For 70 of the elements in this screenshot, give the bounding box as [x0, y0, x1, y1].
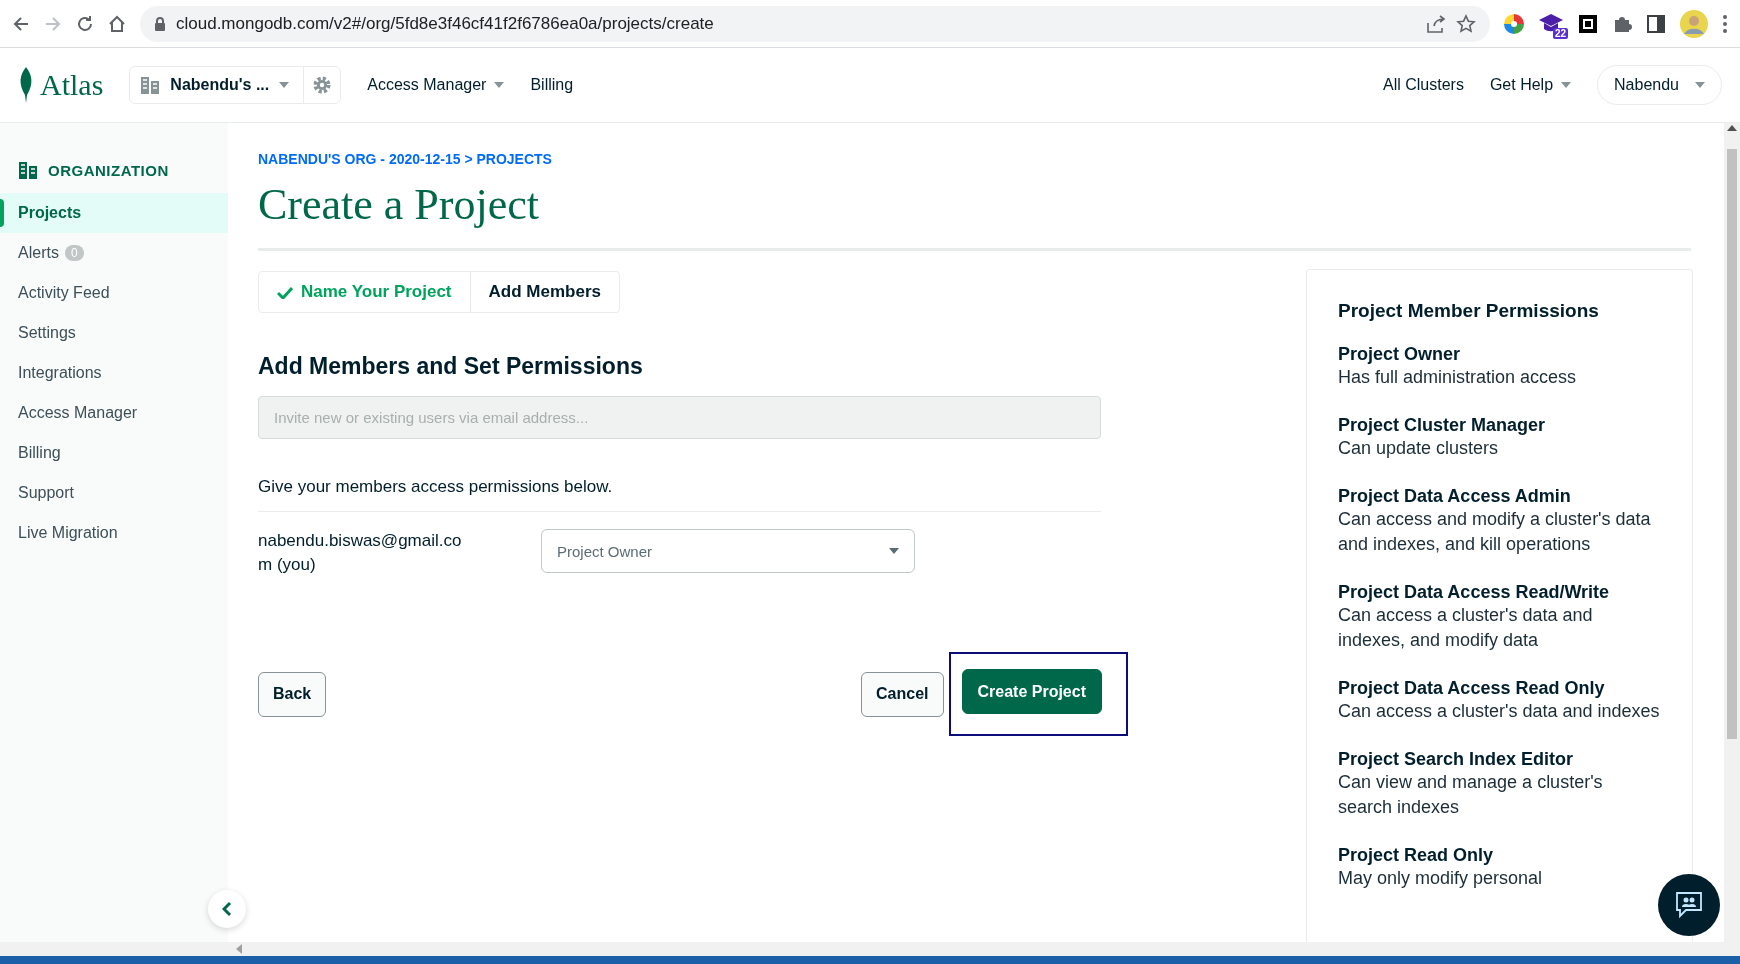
- sidebar-item[interactable]: Projects: [0, 193, 228, 233]
- nav-link[interactable]: Billing: [530, 76, 574, 94]
- address-bar[interactable]: cloud.mongodb.com/v2#/org/5fd8e3f46cf41f2f6786ea0a/projects/create: [140, 5, 1490, 42]
- role-dropdown[interactable]: Project Owner: [541, 529, 915, 573]
- sidebar-item[interactable]: Activity Feed: [0, 273, 228, 313]
- color-wheel-icon[interactable]: [1504, 13, 1524, 34]
- caret-icon: [494, 82, 505, 88]
- sidebar-item[interactable]: Billing: [0, 433, 228, 473]
- sidebar-item[interactable]: Settings: [0, 313, 228, 353]
- role-description: Can view and manage a cluster's search indexes: [1338, 771, 1604, 819]
- hint-text: Give your members access permissions below.: [258, 477, 613, 497]
- collapse-button[interactable]: [208, 890, 246, 928]
- form-button[interactable]: Back: [258, 671, 327, 717]
- share-icon[interactable]: [1426, 14, 1446, 33]
- nav-menu[interactable]: Get Help: [1489, 76, 1572, 94]
- sidebar-item[interactable]: Access Manager: [0, 393, 228, 433]
- role-description: May only modify personal: [1338, 867, 1544, 890]
- role-description: Can access a cluster's data and indexes, and modify data: [1338, 604, 1594, 652]
- sidebar-item[interactable]: Live Migration: [0, 513, 228, 553]
- sidebar-item[interactable]: Integrations: [0, 353, 228, 393]
- caret-icon: [1561, 82, 1572, 88]
- settings-icon[interactable]: [312, 75, 333, 95]
- side-panel-icon[interactable]: [1646, 13, 1666, 34]
- building-icon: [18, 161, 38, 179]
- role-name: Project Read Only: [1338, 845, 1495, 866]
- extension-badge: 22: [1552, 27, 1568, 39]
- home-icon[interactable]: [108, 14, 126, 33]
- square-icon[interactable]: [1578, 13, 1598, 34]
- nav-link[interactable]: All Clusters: [1383, 76, 1464, 94]
- logo-text: Atlas: [40, 68, 104, 102]
- star-icon[interactable]: [1456, 13, 1476, 34]
- nav-menu[interactable]: Access Manager: [367, 76, 505, 94]
- avatar-icon[interactable]: [1680, 9, 1708, 38]
- form-button[interactable]: Cancel: [861, 671, 944, 717]
- invite-email-field[interactable]: Invite new or existing users via email address...: [258, 396, 1101, 439]
- role-name: Project Data Access Read Only: [1338, 678, 1606, 699]
- building-icon: [140, 76, 161, 94]
- section-heading: ORGANIZATION: [48, 161, 169, 179]
- checkmark-icon: [277, 285, 293, 299]
- scrollbar-thumb[interactable]: [1727, 149, 1737, 739]
- role-name: Project Cluster Manager: [1338, 415, 1547, 436]
- role-name: Project Data Access Admin: [1338, 486, 1572, 507]
- sidebar-item[interactable]: Support: [0, 473, 228, 513]
- role-name: Project Data Access Read/Write: [1338, 582, 1611, 603]
- role-name: Project Owner: [1338, 344, 1462, 365]
- lock-icon: [154, 16, 166, 31]
- count-badge: 0: [64, 245, 84, 261]
- role-description: Can access and modify a cluster's data and indexes, and kill operations: [1338, 508, 1652, 556]
- panel-heading: Project Member Permissions: [1338, 300, 1600, 322]
- role-description: Can access a cluster's data and indexes: [1338, 700, 1661, 723]
- menu-icon[interactable]: [1722, 13, 1728, 34]
- role-description: Has full administration access: [1338, 366, 1578, 389]
- chevron-left-icon: [222, 901, 232, 917]
- create-project-button[interactable]: Create Project: [961, 669, 1102, 714]
- chat-bubble-icon: [1674, 891, 1704, 919]
- wizard-step[interactable]: Add Members: [470, 272, 619, 312]
- member-email: nabendu.biswas@gmail.com (you): [258, 530, 463, 576]
- sidebar-item[interactable]: Alerts 0: [0, 233, 228, 273]
- reload-icon[interactable]: [76, 14, 94, 33]
- page-title: Create a Project: [258, 179, 539, 230]
- caret-icon: [279, 82, 290, 88]
- role-name: Project Search Index Editor: [1338, 749, 1575, 770]
- caret-icon: [889, 548, 899, 554]
- role-description: Can update clusters: [1338, 437, 1500, 460]
- breadcrumb[interactable]: NABENDU'S ORG - 2020-12-15 > PROJECTS: [258, 151, 552, 167]
- url-text: cloud.mongodb.com/v2#/org/5fd8e3f46cf41f2f6786ea0a/projects/create: [176, 13, 714, 34]
- back-icon[interactable]: [12, 14, 30, 33]
- section-heading: Add Members and Set Permissions: [258, 353, 644, 380]
- caret-icon: [1695, 82, 1705, 88]
- scroll-up-icon[interactable]: [1727, 123, 1737, 131]
